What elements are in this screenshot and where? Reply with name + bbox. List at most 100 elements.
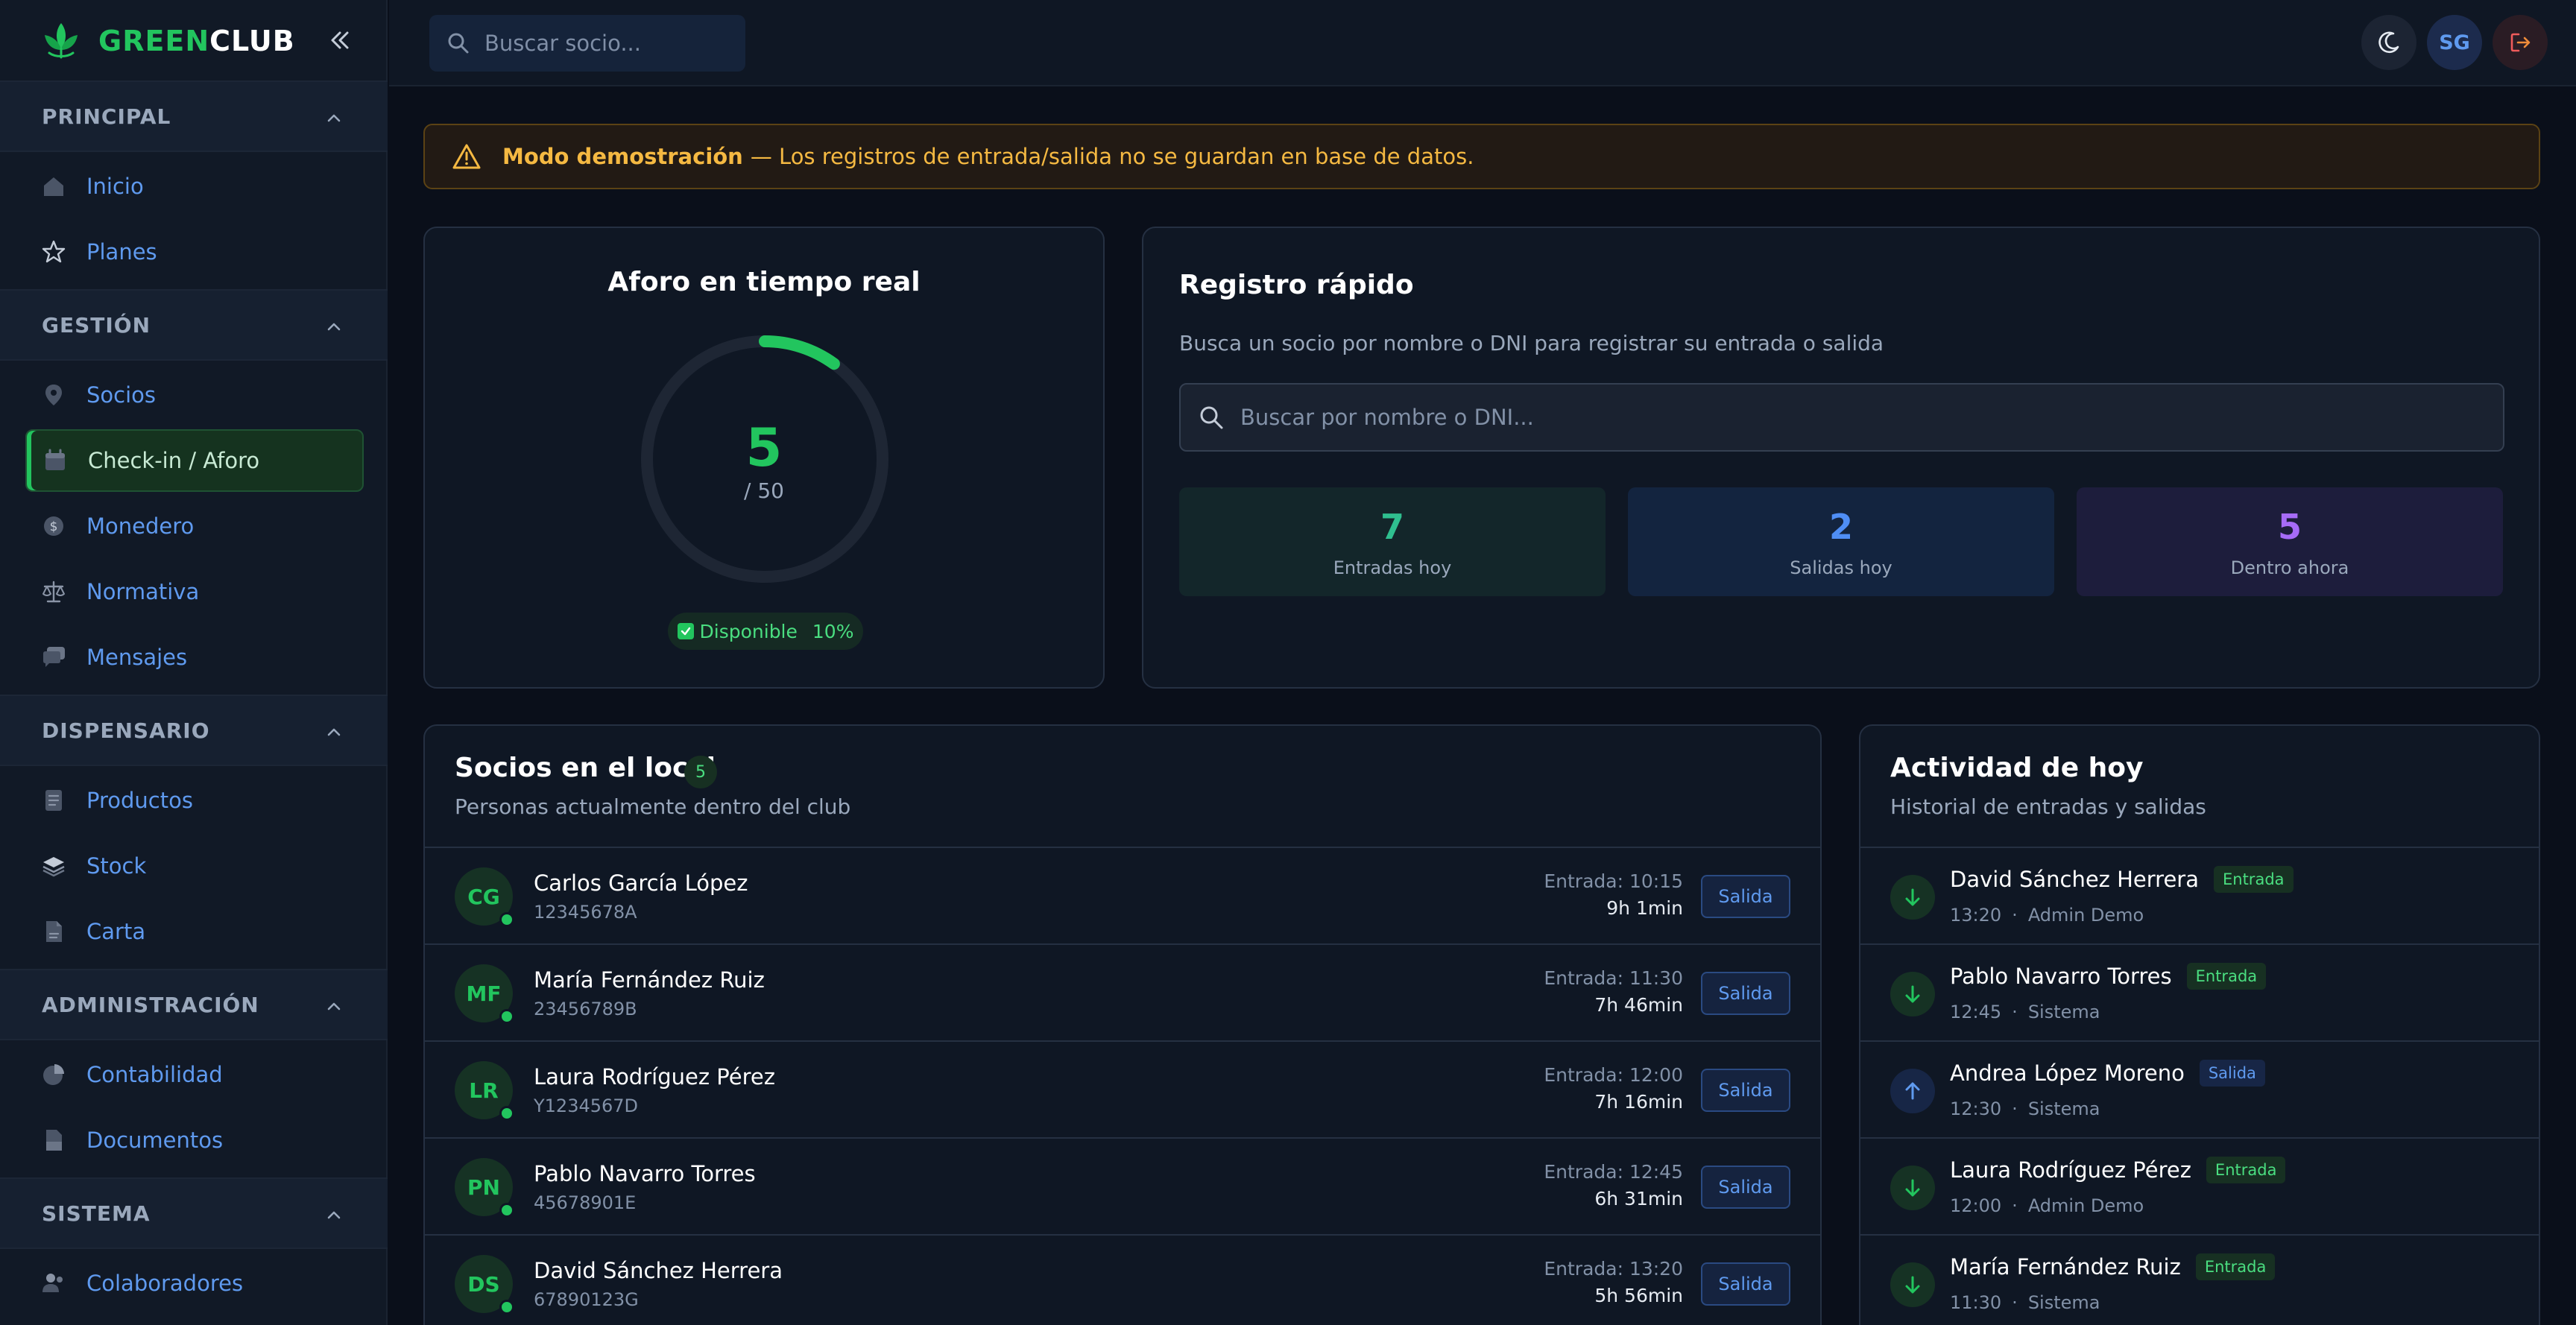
sidebar-item-label: Socios — [86, 382, 157, 408]
warning-icon — [452, 144, 481, 169]
search-icon — [448, 33, 469, 54]
stay-duration: 9h 1min — [1606, 897, 1683, 919]
stat-entradas-label: Entradas hoy — [1333, 557, 1452, 578]
collapse-sidebar-icon[interactable] — [325, 25, 355, 55]
activity-badge: Entrada — [2214, 866, 2294, 893]
activity-direction — [1890, 1069, 1935, 1113]
socio-row: PN Pablo Navarro Torres 45678901E Entrad… — [425, 1139, 1820, 1236]
sidebar-item-2-1[interactable]: Stock — [25, 835, 364, 897]
socios-subtitle: Personas actualmente dentro del club — [455, 794, 851, 819]
socio-name: Laura Rodríguez Pérez — [534, 1064, 775, 1090]
user-avatar-button[interactable]: SG — [2427, 15, 2482, 70]
sidebar-item-2-2[interactable]: Carta — [25, 900, 364, 963]
sidebar-item-0-1[interactable]: Planes — [25, 221, 364, 283]
registro-rapido-card: Registro rápido Busca un socio por nombr… — [1142, 227, 2540, 689]
socio-dni: 12345678A — [534, 902, 637, 923]
aforo-card: Aforo en tiempo real 5 / 50 Disponible 1… — [423, 227, 1105, 689]
socio-name: Pablo Navarro Torres — [534, 1161, 756, 1186]
nav-section-label: ADMINISTRACIÓN — [42, 992, 259, 1017]
banner-strong: Modo demostración — [502, 144, 743, 169]
sidebar-item-2-0[interactable]: Productos — [25, 769, 364, 832]
brand[interactable]: GREENCLUB — [39, 16, 295, 66]
folder-icon — [46, 1130, 62, 1151]
registro-search-input[interactable] — [1240, 405, 2433, 430]
arrow-down-icon — [1905, 888, 1920, 906]
activity-name: David Sánchez Herrera — [1950, 867, 2199, 892]
sidebar-item-0-0[interactable]: Inicio — [25, 155, 364, 218]
nav-section-0[interactable]: PRINCIPAL — [0, 80, 388, 152]
socios-en-local-card: Socios en el local 5 Personas actualment… — [423, 724, 1822, 1325]
sidebar-item-1-0[interactable]: Socios — [25, 364, 364, 426]
home-icon — [44, 177, 63, 196]
logout-button[interactable] — [2493, 15, 2548, 70]
sidebar-item-1-3[interactable]: Normativa — [25, 560, 364, 623]
stay-duration: 7h 46min — [1594, 994, 1683, 1016]
avatar-initials: SG — [2439, 31, 2470, 54]
availability-percent: 10% — [812, 620, 854, 642]
salida-button[interactable]: Salida — [1701, 1069, 1790, 1112]
nav-section-label: PRINCIPAL — [42, 104, 171, 129]
sidebar-item-label: Check-in / Aforo — [88, 448, 260, 473]
salida-button[interactable]: Salida — [1701, 972, 1790, 1015]
nav-section-4[interactable]: SISTEMA — [0, 1177, 388, 1249]
activity-name: Andrea López Moreno — [1950, 1060, 2185, 1086]
activity-badge: Entrada — [2195, 1253, 2276, 1280]
banner-text: — Los registros de entrada/salida no se … — [750, 144, 1474, 169]
scale-icon — [42, 581, 65, 603]
sidebar-item-1-4[interactable]: Mensajes — [25, 626, 364, 689]
stat-entradas-hoy: 7 Entradas hoy — [1179, 487, 1606, 596]
activity-row: María Fernández Ruiz Entrada 11:30 · Siste… — [1860, 1236, 2539, 1325]
activity-direction — [1890, 1166, 1935, 1210]
stat-salidas-hoy: 2 Salidas hoy — [1628, 487, 2054, 596]
nav-section-2[interactable]: DISPENSARIO — [0, 695, 388, 766]
socios-header: Socios en el local 5 Personas actualment… — [425, 726, 1820, 848]
stat-salidas-label: Salidas hoy — [1790, 557, 1892, 578]
svg-text:$: $ — [50, 519, 58, 534]
top-search[interactable] — [429, 15, 745, 72]
sidebar-item-3-1[interactable]: Documentos — [25, 1109, 364, 1171]
coin-icon: $ — [44, 516, 63, 536]
salida-button[interactable]: Salida — [1701, 1166, 1790, 1209]
sidebar-item-1-1[interactable]: Check-in / Aforo — [25, 429, 364, 492]
chevron-up-icon[interactable] — [323, 721, 344, 742]
sidebar-item-3-0[interactable]: Contabilidad — [25, 1043, 364, 1106]
activity-row: Laura Rodríguez Pérez Entrada 12:00 · Admi… — [1860, 1139, 2539, 1236]
entry-time: Entrada: 11:30 — [1544, 967, 1683, 989]
stay-duration: 5h 56min — [1594, 1285, 1683, 1306]
chevron-up-icon[interactable] — [323, 996, 344, 1016]
chat-icon — [43, 647, 65, 667]
avatar: DS — [455, 1255, 514, 1315]
activity-meta: 13:20 · Admin Demo — [1950, 905, 2144, 926]
theme-toggle-button[interactable] — [2361, 15, 2416, 70]
stat-dentro-label: Dentro ahora — [2230, 557, 2349, 578]
online-dot — [499, 1203, 514, 1218]
nav-section-1[interactable]: GESTIÓN — [0, 289, 388, 361]
demo-mode-banner: Modo demostración — Los registros de ent… — [423, 124, 2540, 189]
salida-button[interactable]: Salida — [1701, 875, 1790, 918]
search-socio-input[interactable] — [484, 31, 738, 56]
registro-search[interactable] — [1179, 383, 2504, 452]
avatar: LR — [455, 1061, 514, 1121]
activity-meta: 12:30 · Sistema — [1950, 1098, 2100, 1119]
socio-name: David Sánchez Herrera — [534, 1258, 783, 1283]
activity-meta: 12:45 · Sistema — [1950, 1002, 2100, 1022]
chevron-up-icon[interactable] — [323, 107, 344, 128]
nav-section-3[interactable]: ADMINISTRACIÓN — [0, 969, 388, 1040]
salida-button[interactable]: Salida — [1701, 1262, 1790, 1306]
socio-row: MF María Fernández Ruiz 23456789B Entrad… — [425, 945, 1820, 1042]
search-icon — [1200, 406, 1223, 429]
activity-row: David Sánchez Herrera Entrada 13:20 · Admi… — [1860, 848, 2539, 945]
actividad-subtitle: Historial de entradas y salidas — [1890, 794, 2206, 819]
registro-subtitle: Busca un socio por nombre o DNI para reg… — [1179, 331, 1884, 355]
chevron-up-icon[interactable] — [323, 1204, 344, 1225]
users-icon — [42, 1274, 63, 1292]
activity-name: Pablo Navarro Torres — [1950, 964, 2172, 989]
sidebar-item-1-2[interactable]: $ Monedero — [25, 495, 364, 557]
sidebar-item-4-0[interactable]: Colaboradores — [25, 1252, 364, 1315]
stat-dentro-ahora: 5 Dentro ahora — [2077, 487, 2503, 596]
socio-dni: Y1234567D — [534, 1095, 639, 1116]
avatar: CG — [455, 867, 514, 927]
socio-row: LR Laura Rodríguez Pérez Y1234567D Entra… — [425, 1042, 1820, 1139]
chevron-up-icon[interactable] — [323, 316, 344, 337]
occupancy-capacity: / 50 — [744, 478, 784, 503]
